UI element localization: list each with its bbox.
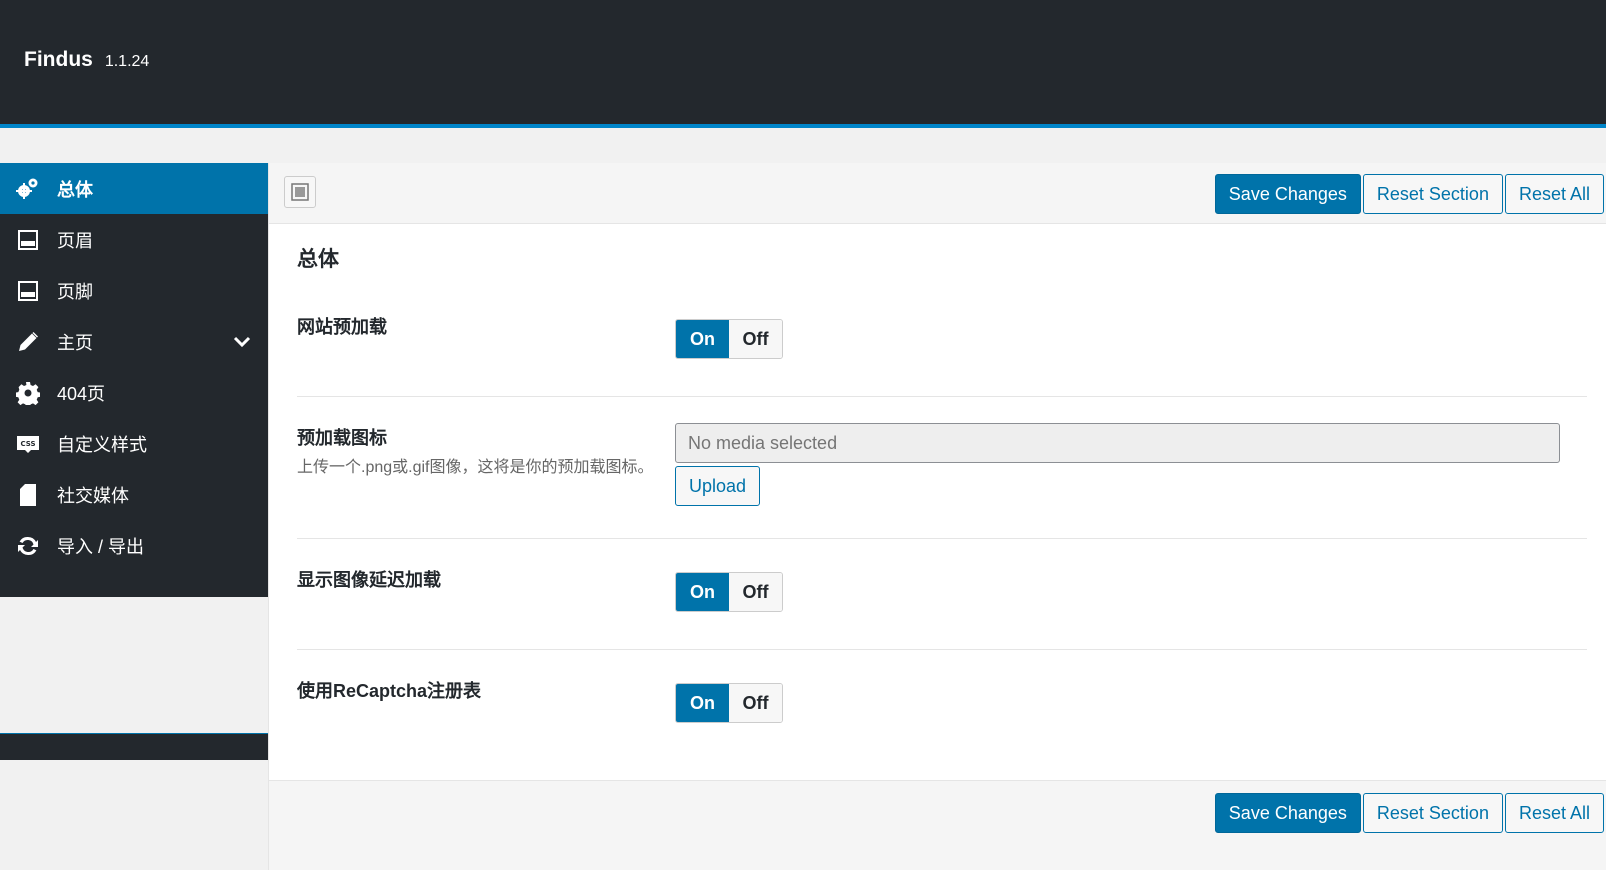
divider — [297, 396, 1587, 397]
app-version: 1.1.24 — [104, 53, 150, 70]
footer-layout-icon — [15, 278, 41, 304]
gear-icon — [15, 380, 41, 406]
sidebar-item-home[interactable]: 主页 — [0, 316, 268, 367]
reset-all-button[interactable]: Reset All — [1504, 174, 1604, 214]
save-changes-button[interactable]: Save Changes — [1214, 793, 1361, 833]
field-label: 网站预加载 — [297, 317, 387, 337]
field-label: 显示图像延迟加载 — [297, 570, 441, 590]
site-preloader-switch[interactable]: On Off — [675, 319, 783, 359]
sidebar-item-label: 页眉 — [57, 230, 93, 251]
sidebar-item-label: 导入 / 导出 — [57, 536, 145, 557]
sidebar-item-label: 404页 — [57, 383, 106, 404]
switch-on-option[interactable]: On — [676, 684, 729, 722]
app-header: Findus 1.1.24 — [0, 0, 1606, 128]
switch-off-option[interactable]: Off — [729, 320, 782, 358]
media-url-input[interactable] — [675, 423, 1560, 463]
sidebar-item-label: 社交媒体 — [57, 485, 129, 506]
sidebar: 总体 页眉 页脚 主页 404页 CSS 自定义样式 社交媒体 导入 / 导出 — [0, 163, 268, 760]
divider — [297, 538, 1587, 539]
options-toolbar: Save Changes Reset Section Reset All — [269, 163, 1606, 224]
switch-on-option[interactable]: On — [676, 320, 729, 358]
section-title: 总体 — [297, 248, 339, 271]
recaptcha-switch[interactable]: On Off — [675, 683, 783, 723]
field-label: 使用ReCaptcha注册表 — [297, 681, 482, 701]
sidebar-item-label: 主页 — [57, 332, 93, 353]
sidebar-item-footer[interactable]: 页脚 — [0, 265, 268, 316]
pencil-icon — [15, 329, 41, 355]
reset-section-button[interactable]: Reset Section — [1362, 174, 1503, 214]
reset-section-button[interactable]: Reset Section — [1362, 793, 1503, 833]
svg-text:CSS: CSS — [20, 440, 35, 448]
header-layout-icon — [15, 227, 41, 253]
image-lazyload-switch[interactable]: On Off — [675, 572, 783, 612]
field-label: 预加载图标 — [297, 428, 387, 448]
sidebar-item-social[interactable]: 社交媒体 — [0, 469, 268, 520]
field-description: 上传一个.png或.gif图像，这将是你的预加载图标。 — [297, 459, 654, 476]
sidebar-item-label: 页脚 — [57, 281, 93, 302]
expand-toggle-button[interactable] — [284, 176, 316, 208]
layout-icon — [291, 183, 309, 201]
sidebar-item-custom-css[interactable]: CSS 自定义样式 — [0, 418, 268, 469]
options-panel: Save Changes Reset Section Reset All 总体 … — [268, 163, 1606, 870]
sidebar-item-label: 自定义样式 — [57, 434, 147, 455]
refresh-icon — [15, 533, 41, 559]
switch-on-option[interactable]: On — [676, 573, 729, 611]
options-footer: Save Changes Reset Section Reset All — [269, 780, 1606, 870]
footer-buttons: Save Changes Reset Section Reset All — [1214, 793, 1604, 833]
sidebar-item-import-export[interactable]: 导入 / 导出 — [0, 520, 268, 571]
file-icon — [15, 482, 41, 508]
app-name: Findus — [24, 48, 93, 71]
sidebar-item-label: 总体 — [57, 179, 93, 200]
save-changes-button[interactable]: Save Changes — [1214, 174, 1361, 214]
brand: Findus 1.1.24 — [24, 48, 149, 72]
switch-off-option[interactable]: Off — [729, 573, 782, 611]
sidebar-item-general[interactable]: 总体 — [0, 163, 268, 214]
reset-all-button[interactable]: Reset All — [1504, 793, 1604, 833]
switch-off-option[interactable]: Off — [729, 684, 782, 722]
sidebar-item-header[interactable]: 页眉 — [0, 214, 268, 265]
css-icon: CSS — [15, 431, 41, 457]
sidebar-item-404[interactable]: 404页 — [0, 367, 268, 418]
toolbar-buttons: Save Changes Reset Section Reset All — [1214, 174, 1604, 214]
sidebar-footer — [0, 733, 268, 760]
divider — [297, 649, 1587, 650]
gears-icon — [15, 176, 41, 202]
chevron-down-icon[interactable] — [232, 332, 252, 352]
upload-button[interactable]: Upload — [675, 466, 761, 506]
